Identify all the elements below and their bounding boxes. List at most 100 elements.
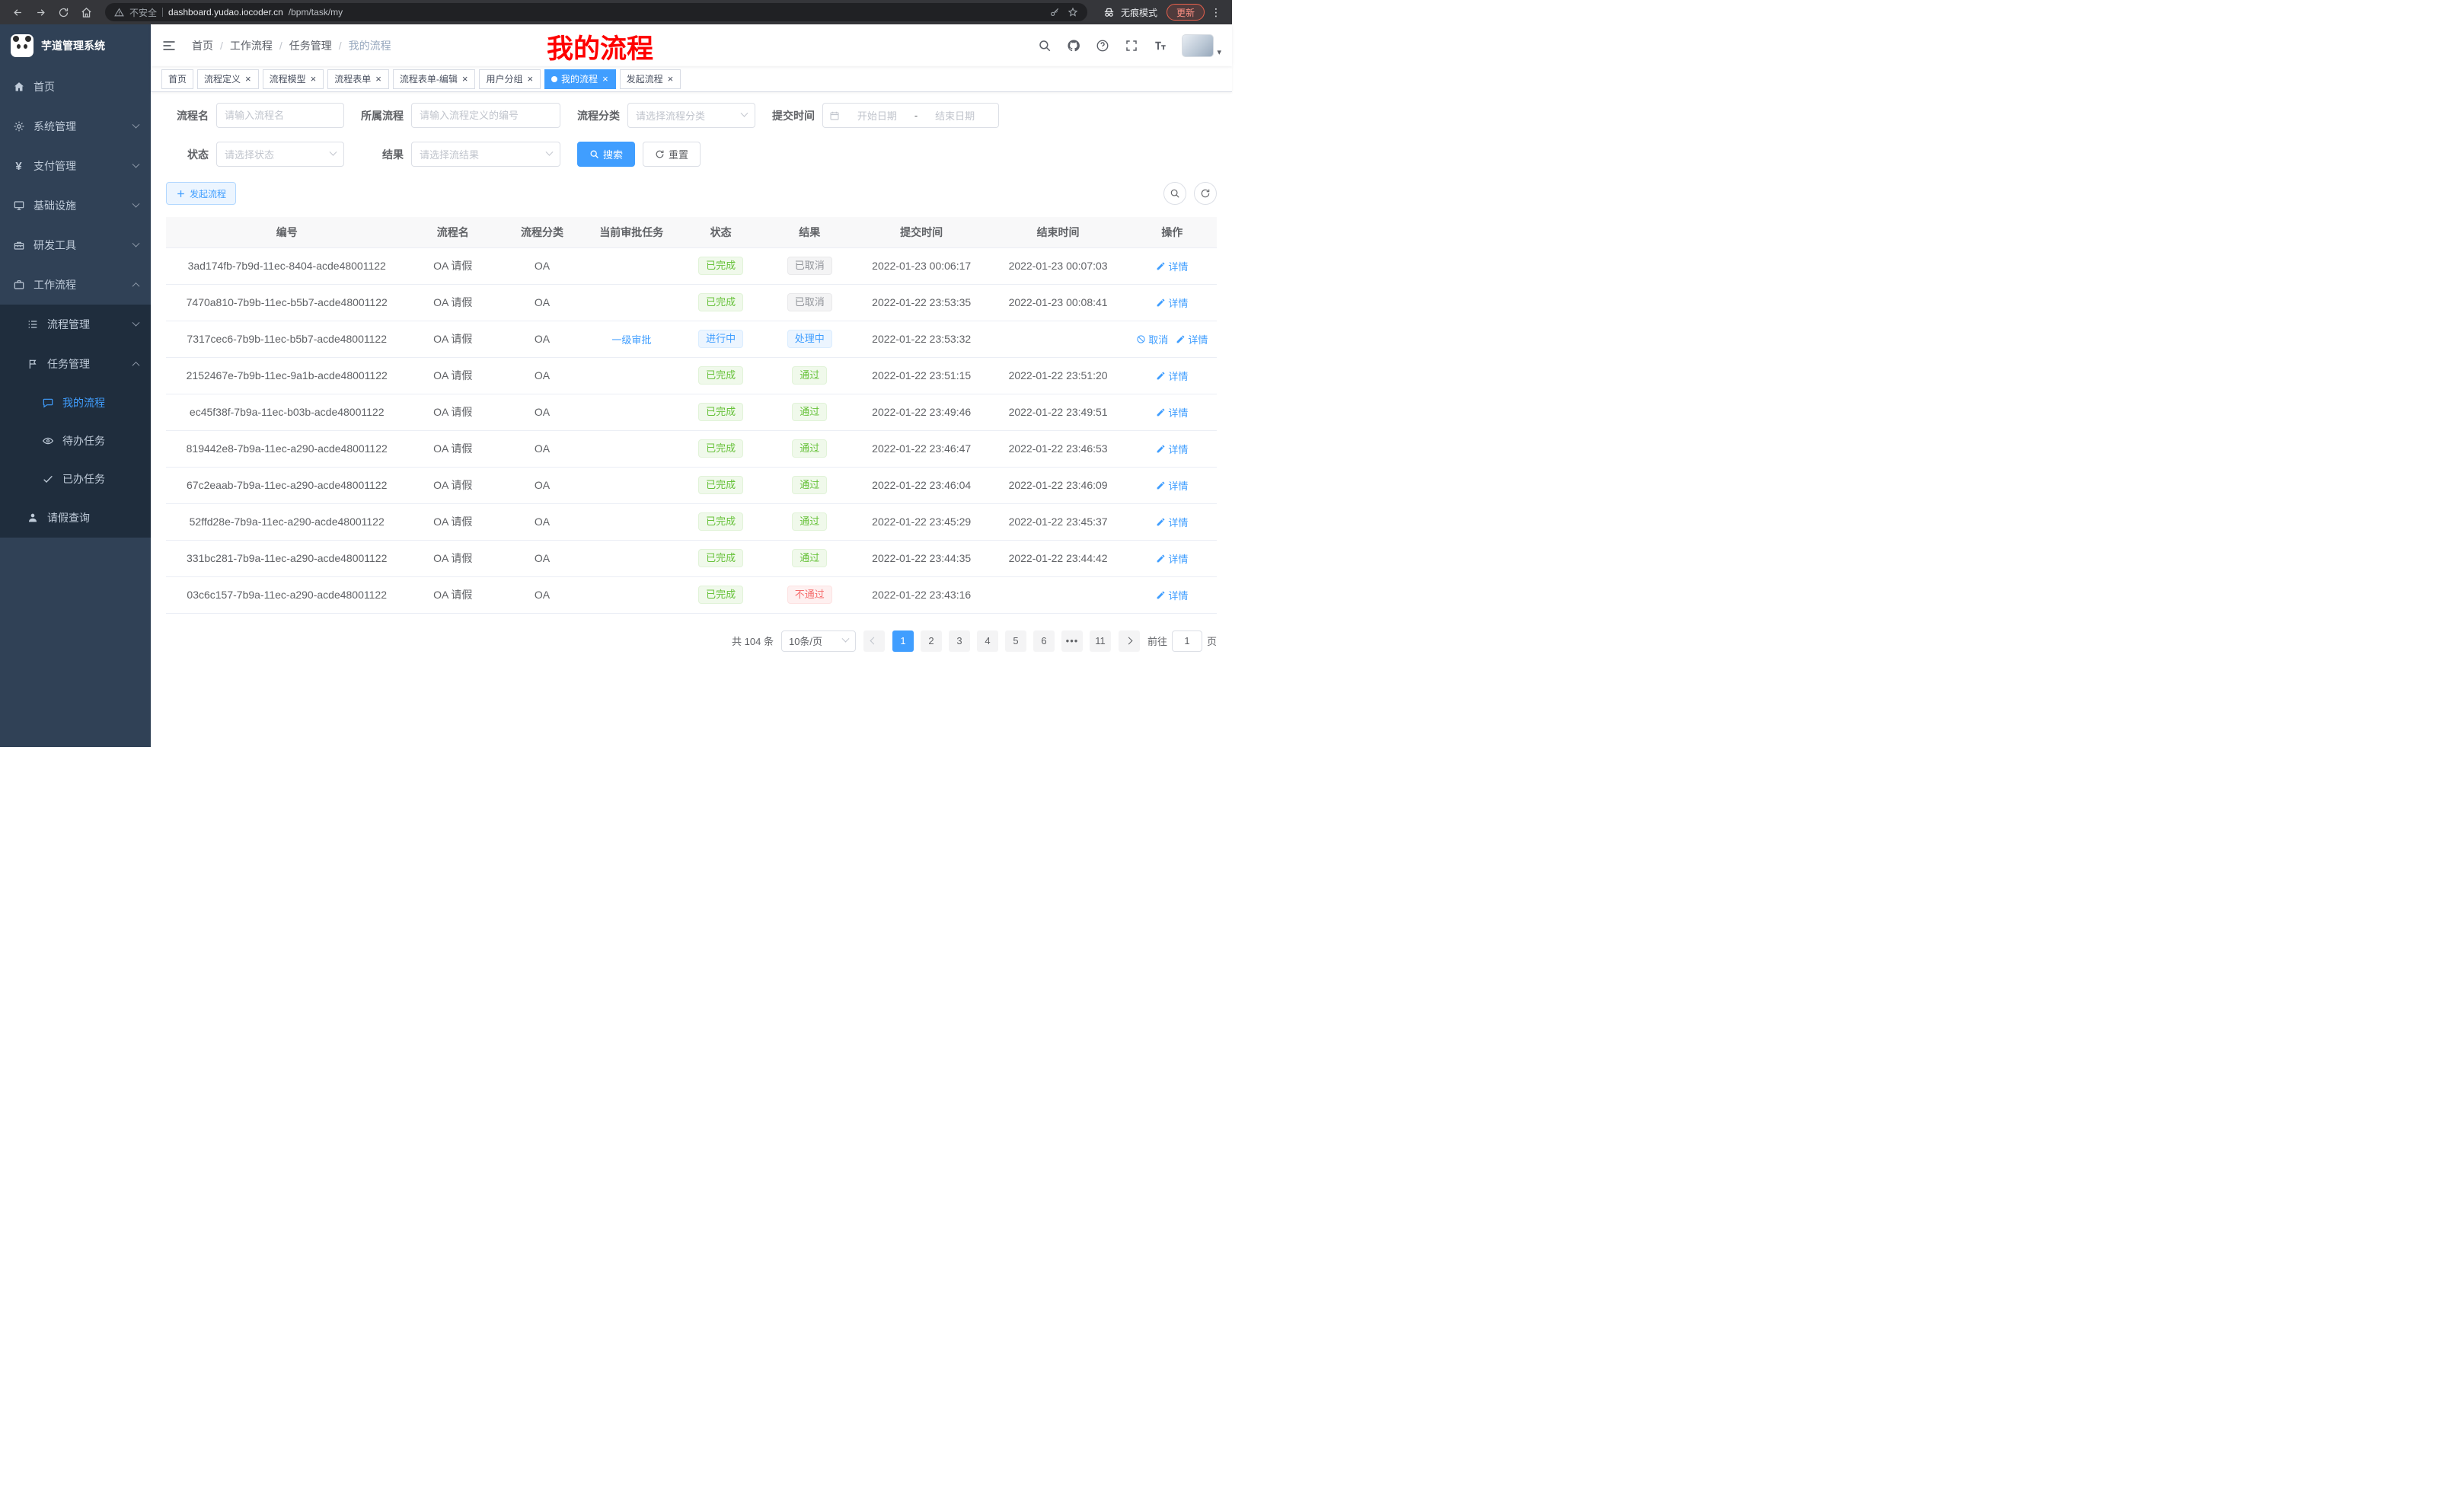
sidebar-item-task-management[interactable]: 任务管理 <box>0 344 151 384</box>
cell-result: 通过 <box>765 467 854 503</box>
list-icon <box>26 318 39 331</box>
create-process-button[interactable]: 发起流程 <box>166 182 236 205</box>
submit-time-range-picker[interactable]: 开始日期 - 结束日期 <box>822 103 999 128</box>
view-tab[interactable]: 首页 <box>161 69 193 89</box>
status-tag: 通过 <box>792 512 827 531</box>
breadcrumb-item[interactable]: 任务管理 <box>289 38 332 53</box>
cell-name: OA 请假 <box>407 394 498 430</box>
forward-icon[interactable] <box>30 2 50 22</box>
page-size-select[interactable]: 10条/页 <box>781 630 856 652</box>
view-tab[interactable]: 发起流程× <box>620 69 681 89</box>
close-icon[interactable]: × <box>461 74 469 84</box>
app-logo[interactable]: 芋道管理系统 <box>0 24 151 67</box>
sidebar-item-process-management[interactable]: 流程管理 <box>0 305 151 344</box>
cell-category: OA <box>498 576 586 613</box>
detail-action[interactable]: 详情 <box>1156 295 1188 310</box>
start-date-placeholder[interactable]: 开始日期 <box>840 108 914 123</box>
fullscreen-icon[interactable] <box>1124 38 1138 53</box>
sidebar-item-done-tasks[interactable]: 已办任务 <box>0 460 151 498</box>
detail-action[interactable]: 详情 <box>1156 405 1188 420</box>
breadcrumb-item[interactable]: 首页 <box>192 38 213 53</box>
sidebar-item-system[interactable]: 系统管理 <box>0 107 151 146</box>
reload-icon[interactable] <box>53 2 73 22</box>
warning-icon <box>114 8 124 18</box>
task-link[interactable]: 一级审批 <box>611 332 651 346</box>
close-icon[interactable]: × <box>375 74 382 84</box>
page-button[interactable]: 2 <box>921 630 942 652</box>
close-icon[interactable]: × <box>244 74 252 84</box>
prev-page-button[interactable] <box>863 630 885 652</box>
cancel-action[interactable]: 取消 <box>1136 332 1168 346</box>
view-tab[interactable]: 流程表单× <box>327 69 389 89</box>
sidebar-item-workflow[interactable]: 工作流程 <box>0 265 151 305</box>
search-button[interactable]: 搜索 <box>577 142 635 167</box>
detail-action[interactable]: 详情 <box>1156 369 1188 383</box>
close-icon[interactable]: × <box>526 74 534 84</box>
cell-name: OA 请假 <box>407 284 498 321</box>
pagination-ellipsis[interactable]: ••• <box>1061 630 1083 652</box>
page-button[interactable]: 3 <box>949 630 970 652</box>
goto-page-input[interactable] <box>1172 630 1202 652</box>
sidebar-item-payment[interactable]: ¥ 支付管理 <box>0 146 151 186</box>
browser-menu-icon[interactable]: ⋮ <box>1208 6 1224 19</box>
flag-icon <box>26 358 39 371</box>
back-icon[interactable] <box>8 2 27 22</box>
view-tab[interactable]: 流程表单-编辑× <box>393 69 476 89</box>
detail-action[interactable]: 详情 <box>1156 259 1188 273</box>
sidebar-item-infrastructure[interactable]: 基础设施 <box>0 186 151 225</box>
sidebar-item-devtools[interactable]: 研发工具 <box>0 225 151 265</box>
cell-end-time: 2022-01-22 23:44:42 <box>988 540 1127 576</box>
table-refresh-icon[interactable] <box>1194 182 1217 205</box>
password-key-icon[interactable] <box>1049 7 1060 18</box>
page-button[interactable]: 4 <box>977 630 998 652</box>
search-icon[interactable] <box>1037 38 1052 53</box>
view-tab[interactable]: 流程模型× <box>263 69 324 89</box>
close-icon[interactable]: × <box>602 74 609 84</box>
page-button[interactable]: 5 <box>1005 630 1026 652</box>
close-icon[interactable]: × <box>667 74 675 84</box>
browser-update-button[interactable]: 更新 <box>1167 4 1205 21</box>
reset-button[interactable]: 重置 <box>643 142 701 167</box>
detail-action[interactable]: 详情 <box>1156 515 1188 529</box>
user-avatar[interactable]: ▾ <box>1182 34 1221 57</box>
process-name-input[interactable] <box>225 110 336 121</box>
page-button[interactable]: 11 <box>1090 630 1111 652</box>
result-select[interactable]: 请选择流结果 <box>411 142 560 167</box>
cell-end-time: 2022-01-22 23:51:20 <box>988 357 1127 394</box>
bookmark-star-icon[interactable] <box>1068 7 1078 18</box>
cell-end-time <box>988 576 1127 613</box>
home-button-icon[interactable] <box>76 2 96 22</box>
detail-action[interactable]: 详情 <box>1156 588 1188 602</box>
table-header-row: 编号流程名流程分类当前审批任务状态结果提交时间结束时间操作 <box>166 217 1217 247</box>
breadcrumb-item[interactable]: 工作流程 <box>230 38 273 53</box>
hamburger-icon[interactable] <box>161 37 178 54</box>
category-select[interactable]: 请选择流程分类 <box>627 103 755 128</box>
parent-process-input[interactable] <box>420 110 552 121</box>
github-icon[interactable] <box>1066 38 1080 53</box>
end-date-placeholder[interactable]: 结束日期 <box>918 108 992 123</box>
sidebar-item-my-process[interactable]: 我的流程 <box>0 384 151 422</box>
detail-action[interactable]: 详情 <box>1176 332 1208 346</box>
next-page-button[interactable] <box>1119 630 1140 652</box>
chevron-down-icon <box>132 160 140 168</box>
sidebar-item-home[interactable]: 首页 <box>0 67 151 107</box>
detail-action[interactable]: 详情 <box>1156 478 1188 493</box>
status-tag: 已完成 <box>698 512 743 531</box>
view-tab[interactable]: 用户分组× <box>479 69 541 89</box>
table-row: 2152467e-7b9b-11ec-9a1b-acde48001122OA 请… <box>166 357 1217 394</box>
sidebar-item-todo-tasks[interactable]: 待办任务 <box>0 422 151 460</box>
page-button[interactable]: 6 <box>1033 630 1055 652</box>
close-icon[interactable]: × <box>310 74 318 84</box>
view-tab[interactable]: 流程定义× <box>197 69 259 89</box>
font-size-icon[interactable] <box>1153 38 1167 53</box>
detail-action[interactable]: 详情 <box>1156 442 1188 456</box>
status-select[interactable]: 请选择状态 <box>216 142 344 167</box>
page-button[interactable]: 1 <box>892 630 914 652</box>
calendar-icon <box>829 110 840 121</box>
detail-action[interactable]: 详情 <box>1156 551 1188 566</box>
table-search-icon[interactable] <box>1163 182 1186 205</box>
help-icon[interactable] <box>1095 38 1109 53</box>
address-bar[interactable]: 不安全 dashboard.yudao.iocoder.cn/bpm/task/… <box>105 3 1087 21</box>
sidebar-item-leave-query[interactable]: 请假查询 <box>0 498 151 538</box>
view-tab[interactable]: 我的流程× <box>544 69 616 89</box>
